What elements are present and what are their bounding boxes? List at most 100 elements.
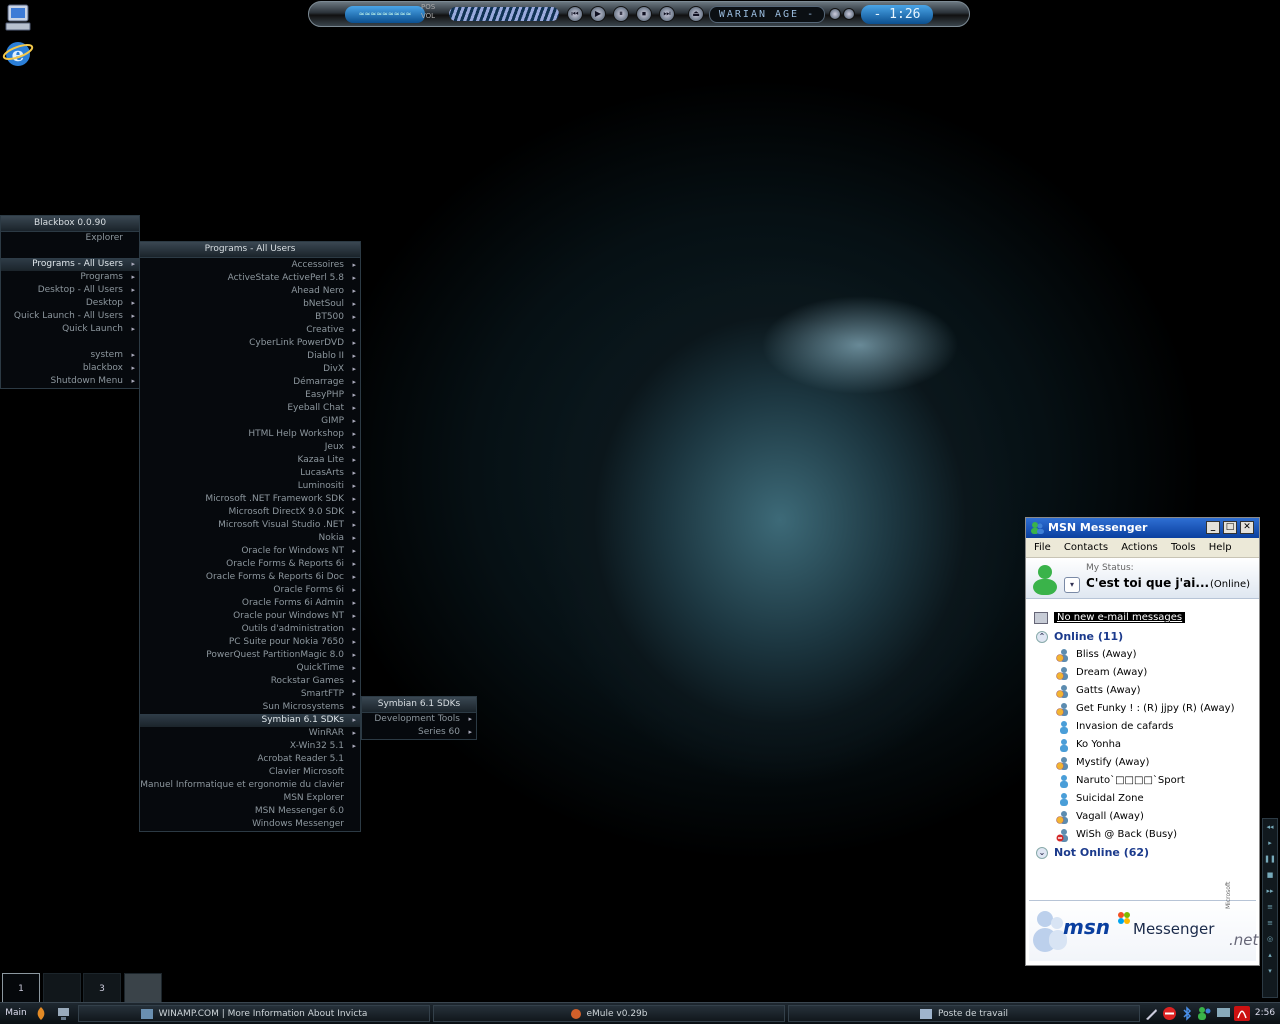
close-button[interactable]: ✕	[1240, 521, 1254, 534]
contact-invasion-de-cafards[interactable]: Invasion de cafards	[1034, 718, 1254, 736]
network-icon[interactable]	[56, 1006, 71, 1021]
maximize-button[interactable]: □	[1223, 521, 1237, 534]
messenger-tray-icon[interactable]	[1197, 1006, 1212, 1021]
side-player-control-0[interactable]: ◂◂	[1263, 819, 1277, 835]
side-player-control-1[interactable]: ▸	[1263, 835, 1277, 851]
programs-menu-item-bnetsoul[interactable]: bNetSoul ▸	[140, 298, 360, 311]
acrobat-tray-icon[interactable]	[1233, 1005, 1251, 1022]
msn-messenger-window[interactable]: MSN Messenger _ □ ✕ File Contacts Action…	[1025, 517, 1260, 966]
programs-menu-item-oracle-pour-windows-nt[interactable]: Oracle pour Windows NT ▸	[140, 610, 360, 623]
online-group-header[interactable]: ⌃ Online (11)	[1034, 628, 1254, 646]
programs-menu-item-pc-suite-pour-nokia-7650[interactable]: PC Suite pour Nokia 7650 ▸	[140, 636, 360, 649]
contact-gatts-away[interactable]: Gatts (Away)	[1034, 682, 1254, 700]
programs-all-users-menu[interactable]: Programs - All Users Accessoires ▸ ActiveS…	[139, 241, 361, 832]
programs-menu-item-symbian-6-1-sdks[interactable]: Symbian 6.1 SDKs ▸	[140, 714, 360, 727]
side-player-control-4[interactable]: ▸▸	[1263, 883, 1277, 899]
flame-tray-icon[interactable]	[34, 1006, 48, 1021]
programs-menu-item-nokia[interactable]: Nokia ▸	[140, 532, 360, 545]
contact-vagall-away[interactable]: Vagall (Away)	[1034, 808, 1254, 826]
programs-menu-item-gimp[interactable]: GIMP ▸	[140, 415, 360, 428]
contact-dream-away[interactable]: Dream (Away)	[1034, 664, 1254, 682]
symbian-menu-item-series-60[interactable]: Series 60 ▸	[362, 726, 476, 739]
minimize-button[interactable]: _	[1206, 521, 1220, 534]
programs-menu-item-microsoft-directx-9-0-sdk[interactable]: Microsoft DirectX 9.0 SDK ▸	[140, 506, 360, 519]
winamp-player[interactable]: ≈≈≈≈≈≈≈≈≈ POS VOL ⏮ ▶ ⏸ ⏹ ⏭ ⏏ WARIAN AGE…	[308, 1, 970, 27]
winamp-shuffle-button[interactable]	[829, 8, 841, 20]
programs-menu-item-outils-d-administration[interactable]: Outils d'administration ▸	[140, 623, 360, 636]
side-media-controls[interactable]: ◂◂ ▸ ❚❚ ■ ▸▸ ≡ ≡ ◎ ▴ ▾	[1262, 818, 1278, 998]
winamp-prev-button[interactable]: ⏮	[567, 6, 583, 22]
side-player-control-6[interactable]: ≡	[1263, 915, 1277, 931]
programs-menu-item-microsoft-visual-studio-net[interactable]: Microsoft Visual Studio .NET ▸	[140, 519, 360, 532]
menu-contacts[interactable]: Contacts	[1064, 542, 1108, 553]
winamp-next-button[interactable]: ⏭	[659, 6, 675, 22]
no-entry-tray-icon[interactable]	[1162, 1006, 1177, 1021]
side-player-control-5[interactable]: ≡	[1263, 899, 1277, 915]
workspace-name-label[interactable]: Main	[2, 1005, 30, 1022]
programs-menu-item-eyeball-chat[interactable]: Eyeball Chat ▸	[140, 402, 360, 415]
task-poste-de-travail[interactable]: Poste de travail	[788, 1005, 1140, 1022]
blackbox-root-menu[interactable]: Blackbox 0.0.90 Explorer Programs - All U…	[0, 215, 140, 389]
task-winamp[interactable]: WINAMP.COM | More Information About Invi…	[78, 1005, 430, 1022]
programs-menu-item-divx[interactable]: DivX ▸	[140, 363, 360, 376]
contact-naruto-sport[interactable]: Naruto`□□□□`Sport	[1034, 772, 1254, 790]
side-player-control-3[interactable]: ■	[1263, 867, 1277, 883]
programs-menu-item-winrar[interactable]: WinRAR ▸	[140, 727, 360, 740]
programs-menu-item-kazaa-lite[interactable]: Kazaa Lite ▸	[140, 454, 360, 467]
programs-menu-item-smartftp[interactable]: SmartFTP ▸	[140, 688, 360, 701]
root-menu-item-programs[interactable]: Programs ▸	[1, 271, 139, 284]
programs-menu-item-manuel-informatique-et-ergonomie-du-clavier[interactable]: Manuel Informatique et ergonomie du clav…	[140, 779, 360, 792]
side-player-control-7[interactable]: ◎	[1263, 931, 1277, 947]
symbian-menu-item-development-tools[interactable]: Development Tools ▸	[362, 713, 476, 726]
winamp-play-button[interactable]: ▶	[590, 6, 606, 22]
programs-menu-item-oracle-for-windows-nt[interactable]: Oracle for Windows NT ▸	[140, 545, 360, 558]
winamp-stop-button[interactable]: ⏹	[636, 6, 652, 22]
programs-menu-item-sun-microsystems[interactable]: Sun Microsystems ▸	[140, 701, 360, 714]
programs-menu-item-oracle-forms-6i[interactable]: Oracle Forms 6i ▸	[140, 584, 360, 597]
root-menu-item-explorer[interactable]: Explorer	[1, 232, 139, 245]
pen-tray-icon[interactable]	[1144, 1006, 1159, 1021]
contact-suicidal-zone[interactable]: Suicidal Zone	[1034, 790, 1254, 808]
winamp-pause-button[interactable]: ⏸	[613, 6, 629, 22]
menu-help[interactable]: Help	[1209, 542, 1232, 553]
bluetooth-tray-icon[interactable]	[1181, 1006, 1193, 1021]
root-menu-item-quick-launch[interactable]: Quick Launch ▸	[1, 323, 139, 336]
winamp-volume-slider[interactable]	[449, 7, 559, 21]
programs-menu-item-quicktime[interactable]: QuickTime ▸	[140, 662, 360, 675]
programs-menu-item-creative[interactable]: Creative ▸	[140, 324, 360, 337]
root-menu-item-desktop[interactable]: Desktop ▸	[1, 297, 139, 310]
programs-menu-item-msn-messenger-6-0[interactable]: MSN Messenger 6.0	[140, 805, 360, 818]
workspace-4[interactable]	[124, 973, 162, 1003]
email-notice-row[interactable]: No new e-mail messages	[1034, 610, 1254, 628]
programs-menu-item-powerquest-partitionmagic-8-0[interactable]: PowerQuest PartitionMagic 8.0 ▸	[140, 649, 360, 662]
winamp-repeat-button[interactable]	[843, 8, 855, 20]
my-computer-icon[interactable]	[2, 2, 34, 34]
menu-tools[interactable]: Tools	[1171, 542, 1196, 553]
programs-menu-item-easyphp[interactable]: EasyPHP ▸	[140, 389, 360, 402]
root-menu-item-shutdown-menu[interactable]: Shutdown Menu ▸	[1, 375, 139, 388]
contact-get-funky-r-jjpy-r-away[interactable]: Get Funky ! : (R) jjpy (R) (Away)	[1034, 700, 1254, 718]
programs-menu-item-html-help-workshop[interactable]: HTML Help Workshop ▸	[140, 428, 360, 441]
root-menu-item-programs-all-users[interactable]: Programs - All Users ▸	[1, 258, 139, 271]
msn-title-bar[interactable]: MSN Messenger _ □ ✕	[1026, 518, 1259, 538]
programs-menu-item-msn-explorer[interactable]: MSN Explorer	[140, 792, 360, 805]
programs-menu-item-ahead-nero[interactable]: Ahead Nero ▸	[140, 285, 360, 298]
contact-wish-back-busy[interactable]: WiSh @ Back (Busy)	[1034, 826, 1254, 844]
programs-menu-item-oracle-forms-reports-6i-doc[interactable]: Oracle Forms & Reports 6i Doc ▸	[140, 571, 360, 584]
programs-menu-item-diablo-ii[interactable]: Diablo II ▸	[140, 350, 360, 363]
programs-menu-item-oracle-forms-6i-admin[interactable]: Oracle Forms 6i Admin ▸	[140, 597, 360, 610]
programs-menu-item-jeux[interactable]: Jeux ▸	[140, 441, 360, 454]
side-player-control-2[interactable]: ❚❚	[1263, 851, 1277, 867]
root-menu-item-desktop-all-users[interactable]: Desktop - All Users ▸	[1, 284, 139, 297]
programs-menu-item-rockstar-games[interactable]: Rockstar Games ▸	[140, 675, 360, 688]
programs-menu-item-acrobat-reader-5-1[interactable]: Acrobat Reader 5.1	[140, 753, 360, 766]
workspace-2[interactable]	[43, 973, 81, 1003]
programs-menu-item-microsoft-net-framework-sdk[interactable]: Microsoft .NET Framework SDK ▸	[140, 493, 360, 506]
winamp-eject-button[interactable]: ⏏	[688, 6, 704, 22]
menu-file[interactable]: File	[1034, 542, 1051, 553]
programs-menu-item-d-marrage[interactable]: Démarrage ▸	[140, 376, 360, 389]
programs-menu-item-oracle-forms-reports-6i[interactable]: Oracle Forms & Reports 6i ▸	[140, 558, 360, 571]
programs-menu-item-activestate-activeperl-5-8[interactable]: ActiveState ActivePerl 5.8 ▸	[140, 272, 360, 285]
email-notice-link[interactable]: No new e-mail messages	[1054, 612, 1186, 623]
root-menu-item-blackbox[interactable]: blackbox ▸	[1, 362, 139, 375]
